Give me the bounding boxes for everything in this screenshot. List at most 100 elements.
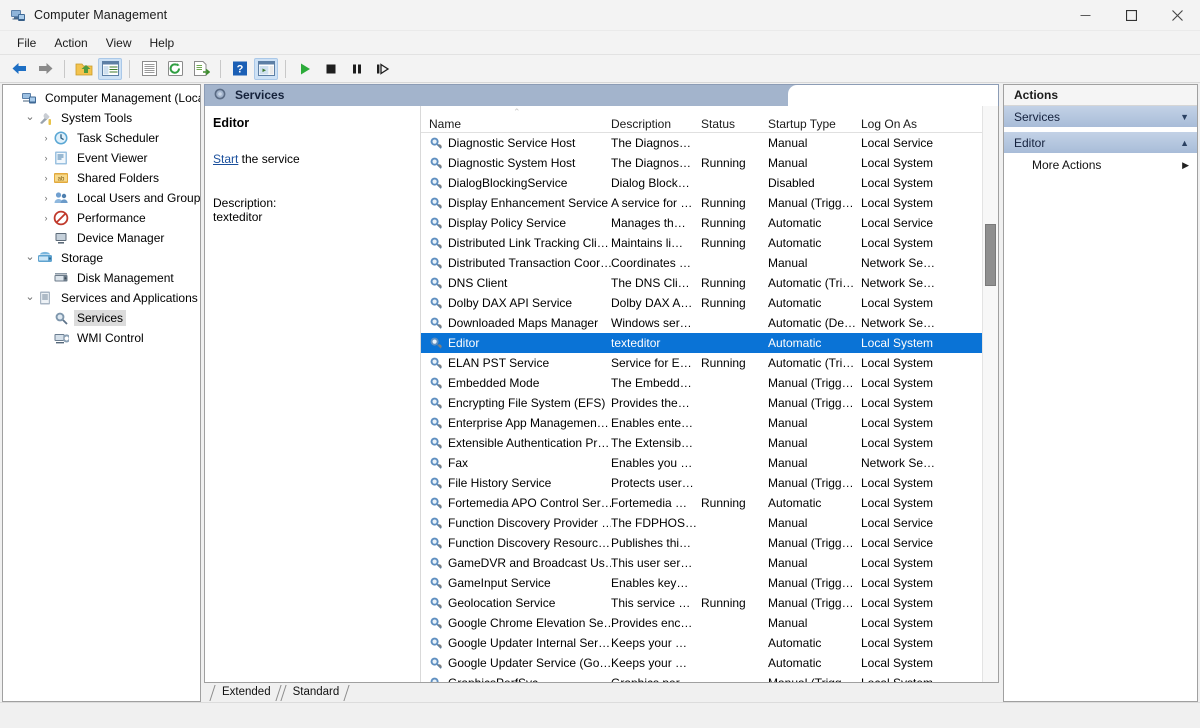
tree-item-performance[interactable]: › Performance [3,208,200,228]
menu-action[interactable]: Action [45,33,96,53]
vertical-scrollbar[interactable] [982,105,998,683]
table-row[interactable]: Encrypting File System (EFS) Provides the… [421,393,998,413]
column-header-startup-type[interactable]: Startup Type [768,117,861,131]
close-button[interactable] [1154,0,1200,31]
table-row[interactable]: Embedded Mode The Embedd… Manual (Trigg… Lo… [421,373,998,393]
table-row[interactable]: Distributed Link Tracking Cli… Maintains … [421,233,998,253]
table-row[interactable]: Geolocation Service This service … Running… [421,593,998,613]
table-row[interactable]: Function Discovery Provider … The FDPHOS…… [421,513,998,533]
table-row[interactable]: Downloaded Maps Manager Windows ser… Autom… [421,313,998,333]
table-row[interactable]: Function Discovery Resourc… Publishes thi… [421,533,998,553]
chevron-down-icon[interactable]: ⌄ [23,106,37,126]
chevron-down-icon[interactable]: ⌄ [23,286,37,306]
column-header-status[interactable]: Status [701,117,768,131]
tree-item-services[interactable]: Services [3,308,200,328]
start-service-link[interactable]: Start [213,152,238,166]
tree-item-event-viewer[interactable]: › Event Viewer [3,148,200,168]
actions-group-services[interactable]: Services ▼ [1004,106,1197,128]
tree-item-storage[interactable]: ⌄ Storage [3,248,200,268]
forward-arrow-icon[interactable] [33,58,57,80]
cell-log-on-as: Local System [861,496,934,511]
table-row[interactable]: ELAN PST Service Service for E… Running Aut… [421,353,998,373]
show-hide-console-tree-icon[interactable] [98,57,122,80]
up-one-level-icon[interactable] [72,58,96,80]
tree-item-label: WMI Control [77,331,144,345]
services-list-pane[interactable]: ⌃ Name Description Status Startup Type L… [421,105,998,683]
tree-item-computer-management-local[interactable]: Computer Management (Local) [3,88,200,108]
table-row[interactable]: Dolby DAX API Service Dolby DAX A… Running… [421,293,998,313]
tree-item-shared-folders[interactable]: › ab Shared Folders [3,168,200,188]
table-row[interactable]: File History Service Protects user… Manual… [421,473,998,493]
cell-name: GraphicsPerfSvc [421,676,611,683]
table-row[interactable]: Display Enhancement Service A service for… [421,193,998,213]
help-icon[interactable]: ? [228,58,252,80]
table-row[interactable]: Google Updater Internal Ser… Keeps your …… [421,633,998,653]
chevron-right-icon[interactable]: › [39,168,53,188]
table-row[interactable]: Enterprise App Managemen… Enables ente… Ma… [421,413,998,433]
chevron-down-icon[interactable]: ⌄ [23,246,37,266]
minimize-button[interactable] [1062,0,1108,31]
column-header-log-on-as[interactable]: Log On As [861,117,951,131]
actions-group-editor[interactable]: Editor ▲ [1004,132,1197,154]
start-service-icon[interactable] [293,58,317,80]
cell-name: Diagnostic Service Host [421,136,611,150]
tree-item-local-users-and-groups[interactable]: › Local Users and Groups [3,188,201,208]
chevron-right-icon[interactable]: › [39,208,53,228]
service-icon [429,316,443,330]
stop-service-icon[interactable] [319,58,343,80]
export-list-icon[interactable] [189,58,213,80]
console-tree[interactable]: Computer Management (Local) ⌄ System Tools… [2,84,201,702]
tree-item-system-tools[interactable]: ⌄ System Tools [3,108,200,128]
tree-item-services-and-applications[interactable]: ⌄ Services and Applications [3,288,200,308]
chevron-right-icon[interactable]: › [39,128,53,148]
table-row[interactable]: Diagnostic System Host The Diagnos… Runnin… [421,153,998,173]
back-arrow-icon[interactable] [7,58,31,80]
table-row[interactable]: Display Policy Service Manages th… Running… [421,213,998,233]
table-row[interactable]: Diagnostic Service Host The Diagnos… Manua… [421,133,998,153]
table-row[interactable]: Google Updater Service (Go… Keeps your … A… [421,653,998,673]
table-body[interactable]: Diagnostic Service Host The Diagnos… Manua… [421,133,998,683]
tree-item-disk-management[interactable]: Disk Management [3,268,200,288]
show-hide-action-pane-icon[interactable] [254,57,278,80]
cell-description: Coordinates … [611,256,692,271]
chevron-right-icon[interactable]: › [39,148,53,168]
table-row[interactable]: GameInput Service Enables key… Manual (Tri… [421,573,998,593]
properties-icon[interactable] [137,58,161,80]
table-header-row[interactable]: Name Description Status Startup Type Log… [421,115,998,134]
service-icon [429,656,443,670]
table-row[interactable]: Google Chrome Elevation Se… Provides enc…… [421,613,998,633]
tree-item-wmi-control[interactable]: WMI Control [3,328,200,348]
table-row[interactable]: GameDVR and Broadcast Us… This user ser… M… [421,553,998,573]
table-row[interactable]: Editor texteditor Automatic Local System [421,333,998,354]
tree-item-task-scheduler[interactable]: › Task Scheduler [3,128,200,148]
tree-item-device-manager[interactable]: Device Manager [3,228,200,248]
table-row[interactable]: Distributed Transaction Coor… Coordinates… [421,253,998,273]
table-row[interactable]: DialogBlockingService Dialog Block… Disabl… [421,173,998,193]
refresh-icon[interactable] [163,58,187,80]
action-item-more-actions[interactable]: More Actions ▶ [1004,154,1197,176]
table-row[interactable]: GraphicsPerfSvc Graphics per… Manual (Trig… [421,673,998,683]
menu-view[interactable]: View [97,33,141,53]
maximize-button[interactable] [1108,0,1154,31]
menu-file[interactable]: File [8,33,45,53]
table-row[interactable]: Fax Enables you … Manual Network Se… [421,453,998,473]
table-row[interactable]: Extensible Authentication Pr… The Extensi… [421,433,998,453]
service-icon [429,256,443,270]
chevron-up-icon[interactable]: ▲ [1180,138,1189,148]
menu-help[interactable]: Help [141,33,184,53]
column-header-name[interactable]: Name [421,117,611,131]
toolbar-separator [129,59,130,78]
table-row[interactable]: DNS Client The DNS Cli… Running Automatic (… [421,273,998,293]
cell-startup-type: Manual (Trigg… [768,476,854,491]
column-header-description[interactable]: Description [611,117,701,131]
scrollbar-thumb[interactable] [985,223,996,286]
table-row[interactable]: Fortemedia APO Control Ser… Fortemedia … R… [421,493,998,513]
cell-startup-type: Manual [768,156,808,171]
restart-service-icon[interactable] [371,58,395,80]
cell-log-on-as: Local System [861,376,934,391]
pause-service-icon[interactable] [345,58,369,80]
tab-standard[interactable]: Standard [280,684,350,702]
tab-extended[interactable]: Extended [209,684,282,702]
chevron-down-icon[interactable]: ▼ [1180,112,1189,122]
chevron-right-icon[interactable]: › [39,188,53,208]
